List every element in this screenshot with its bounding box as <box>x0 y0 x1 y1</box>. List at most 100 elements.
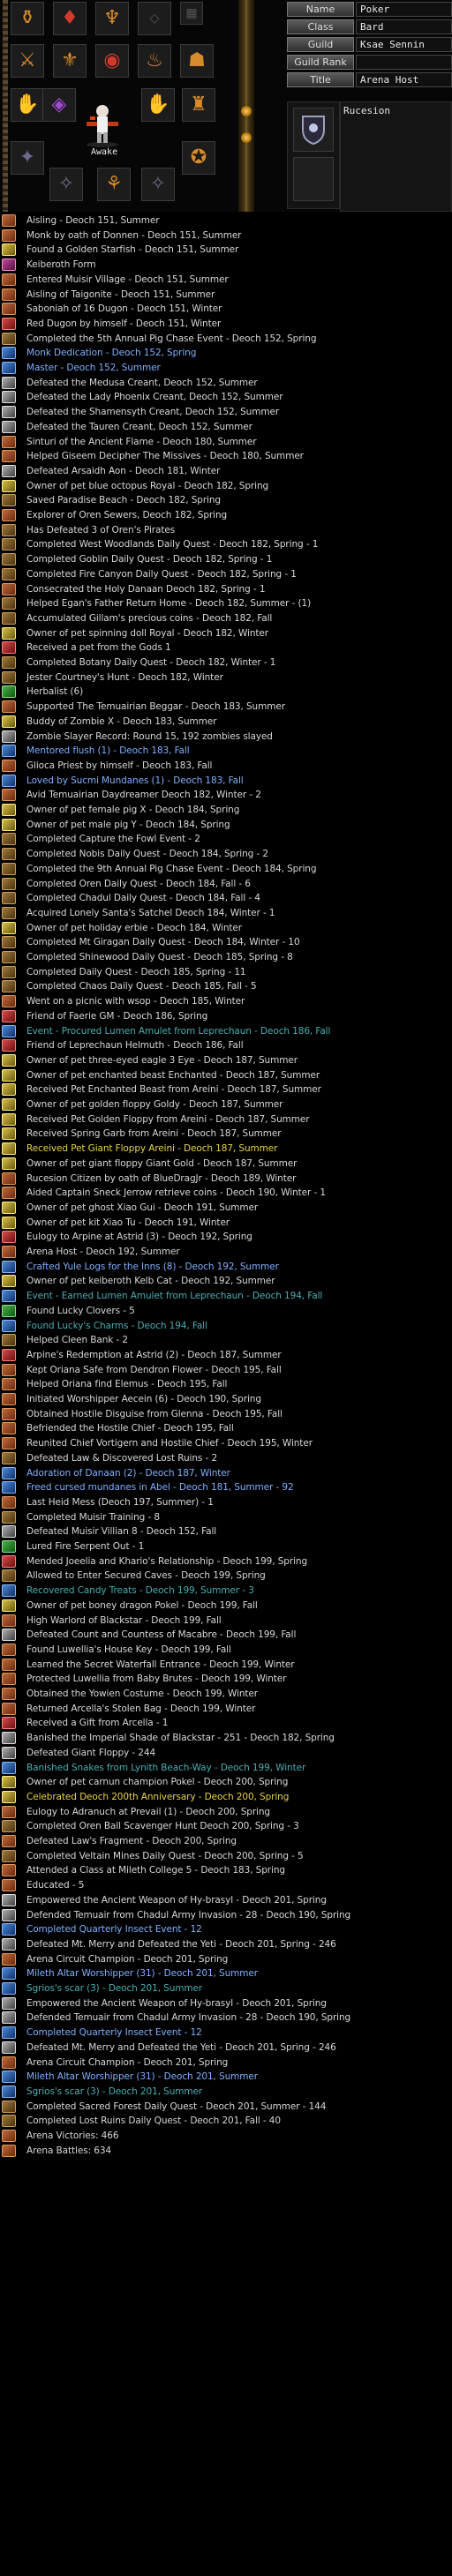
heart-icon <box>2 1039 16 1052</box>
legend-mark-text: Kept Oriana Safe from Dendron Flower - D… <box>26 1365 282 1375</box>
legend-mark-text: Completed the 9th Annual Pig Chase Event… <box>26 864 317 874</box>
sword-gem <box>241 106 252 116</box>
legend-mark-text: Educated - 5 <box>26 1880 85 1891</box>
skull-icon <box>2 465 16 477</box>
skull-icon <box>2 377 16 389</box>
legend-mark-text: Arena Circuit Champion - Deoch 201, Spri… <box>26 1954 229 1965</box>
ring-slot-right[interactable]: ◈ <box>42 88 76 122</box>
helmet-slot[interactable]: ⚱ <box>11 2 44 35</box>
empty-emblem-slot[interactable] <box>293 157 334 201</box>
legend-mark: Arena Host - Deoch 192, Summer <box>0 1245 452 1259</box>
greaves-slot[interactable]: ♜ <box>182 88 215 122</box>
scroll-icon <box>2 878 16 890</box>
legend-mark-text: High Warlord of Blackstar - Deoch 199, F… <box>26 1615 222 1626</box>
legend-mark-text: Lured Fire Serpent Out - 1 <box>26 1541 145 1552</box>
legend-mark-text: Friend of Leprechaun Helmuth - Deoch 186… <box>26 1040 244 1051</box>
heart-icon <box>2 1349 16 1361</box>
character-sprite <box>87 105 118 147</box>
legend-mark-text: Completed Botany Daily Quest - Deoch 182… <box>26 657 276 668</box>
overcoat-slot[interactable]: ⚘ <box>97 168 131 201</box>
legend-mark: Completed Quarterly Insect Event - 12 <box>0 2026 452 2040</box>
legend-mark: Lured Fire Serpent Out - 1 <box>0 1539 452 1554</box>
book-icon <box>2 583 16 595</box>
heart-icon <box>2 1010 16 1022</box>
legend-mark-text: Eulogy to Adranuch at Prevail (1) - Deoc… <box>26 1807 270 1817</box>
legend-mark: Reunited Chief Vortigern and Hostile Chi… <box>0 1436 452 1450</box>
scroll-icon <box>2 656 16 669</box>
leaf-icon <box>2 1540 16 1553</box>
legend-mark-text: Owner of pet male pig Y - Deoch 184, Spr… <box>26 820 230 830</box>
legend-mark-text: Eulogy to Arpine at Astrid (3) - Deoch 1… <box>26 1232 252 1242</box>
book-icon <box>2 1953 16 1966</box>
legend-mark-text: Found Lucky's Charms - Deoch 194, Fall <box>26 1321 207 1331</box>
book-icon <box>2 1496 16 1509</box>
legend-mark-text: Keiberoth Form <box>26 259 96 270</box>
nation-emblem[interactable] <box>293 108 334 152</box>
star-icon <box>2 1113 16 1126</box>
book-icon <box>2 450 16 462</box>
necklace-slot[interactable]: ♆ <box>95 2 129 35</box>
legend-mark-text: Completed Quarterly Insect Event - 12 <box>26 2027 202 2038</box>
legend-mark-text: Aisling - Deoch 151, Summer <box>26 215 160 226</box>
scroll-icon <box>2 1511 16 1524</box>
legend-mark-text: Mended Joeelia and Khario's Relationship… <box>26 1556 308 1567</box>
legend-mark-text: Defeated Law's Fragment - Deoch 200, Spr… <box>26 1836 237 1846</box>
book-icon <box>2 1644 16 1656</box>
legend-mark-text: Last Heid Mess (Deoch 197, Summer) - 1 <box>26 1497 214 1508</box>
slot-toggle[interactable]: ▦ <box>180 2 203 25</box>
legend-mark: Completed Fire Canyon Daily Quest - Deoc… <box>0 567 452 581</box>
legend-mark-text: Consecrated the Holy Danaan Deoch 182, S… <box>26 584 266 595</box>
gem-icon <box>2 1584 16 1597</box>
legend-mark: Found Lucky's Charms - Deoch 194, Fall <box>0 1319 452 1333</box>
legend-mark-text: Went on a picnic with wsop - Deoch 185, … <box>26 996 245 1007</box>
legend-mark: Attended a Class at Mileth College 5 - D… <box>0 1863 452 1877</box>
scroll-icon <box>2 553 16 565</box>
legend-mark: Owner of pet enchanted beast Enchanted -… <box>0 1068 452 1082</box>
gem-icon <box>2 1762 16 1774</box>
accessory-slot-3[interactable]: ✧ <box>141 168 175 201</box>
title-row: Title Arena Host <box>287 72 452 88</box>
legend-mark: Jester Courtney's Hunt - Deoch 182, Wint… <box>0 670 452 685</box>
legend-mark-text: Aisling of Taigonite - Deoch 151, Summer <box>26 289 215 300</box>
character-panel: ⚱ ♦ ♆ ◇ ▦ ⚔ ⚜ ◉ ♨ ☗ ✋ ◈ ✋ ♜ ✦ ✧ ⚘ ✧ ✪ Aw… <box>0 0 452 212</box>
legend-mark: Returned Arcella's Stolen Bag - Deoch 19… <box>0 1702 452 1716</box>
scroll-icon <box>2 1820 16 1832</box>
belt-slot[interactable]: ☗ <box>180 44 214 78</box>
legend-mark: Received a Gift from Arcella - 1 <box>0 1716 452 1730</box>
legend-mark-text: Arena Circuit Champion - Deoch 201, Spri… <box>26 2057 229 2068</box>
legend-mark-list[interactable]: Aisling - Deoch 151, Summer Monk by oath … <box>0 212 452 2576</box>
legend-mark-text: Helped Egan's Father Return Home - Deoch… <box>26 598 312 609</box>
skull-icon <box>2 1732 16 1744</box>
amulet-slot[interactable]: ♦ <box>53 2 87 35</box>
boots-slot[interactable]: ♨ <box>138 44 171 78</box>
legend-mark: Completed Oren Ball Scavenger Hunt Deoch… <box>0 1819 452 1833</box>
gauntlet-slot-right[interactable]: ✋ <box>141 88 175 122</box>
legend-mark: Owner of pet male pig Y - Deoch 184, Spr… <box>0 818 452 832</box>
scroll-icon <box>2 333 16 345</box>
legend-mark: Owner of pet ghost Xiao Gui - Deoch 191,… <box>0 1201 452 1215</box>
gem-icon <box>2 1025 16 1037</box>
legend-mark-text: Completed Lost Ruins Daily Quest - Deoch… <box>26 2115 281 2126</box>
star-icon <box>2 1083 16 1096</box>
book-icon <box>2 273 16 286</box>
weapon-icon: ⚔ <box>19 49 36 71</box>
legend-mark: Empowered the Ancient Weapon of Hy-brasy… <box>0 1996 452 2011</box>
legend-mark-text: Celebrated Deoch 200th Anniversary - Deo… <box>26 1792 290 1802</box>
legend-mark-text: Defeated Muisir Villian 8 - Deoch 152, F… <box>26 1526 217 1537</box>
legend-mark: Freed cursed mundanes in Abel - Deoch 18… <box>0 1480 452 1494</box>
legend-mark: Rucesion Citizen by oath of BlueDragJr -… <box>0 1172 452 1186</box>
accessory-slot-4[interactable]: ✪ <box>182 141 215 175</box>
legend-mark-text: Owner of pet three-eyed eagle 3 Eye - De… <box>26 1055 298 1066</box>
ring-slot-left[interactable]: ◉ <box>95 44 129 78</box>
legend-mark: Received Pet Enchanted Beast from Areini… <box>0 1082 452 1097</box>
legend-mark: Monk Dedication - Deoch 152, Spring <box>0 346 452 360</box>
book-icon <box>2 1673 16 1685</box>
panel-rope-decoration <box>3 0 8 212</box>
shield-slot[interactable]: ⚜ <box>53 44 87 78</box>
accessory-slot-2[interactable]: ✧ <box>49 168 83 201</box>
accessory-slot-1[interactable]: ✦ <box>11 141 44 175</box>
empty-slot[interactable]: ◇ <box>138 2 171 35</box>
legend-mark: Helped Oriana find Elemus - Deoch 195, F… <box>0 1377 452 1391</box>
gauntlet-slot-left[interactable]: ✋ <box>11 88 44 122</box>
weapon-slot[interactable]: ⚔ <box>11 44 44 78</box>
